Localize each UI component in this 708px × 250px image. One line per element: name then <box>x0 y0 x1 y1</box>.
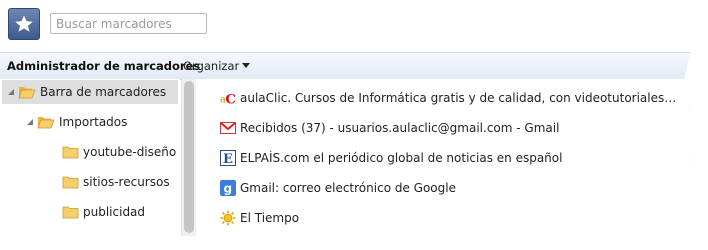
aulaclic-favicon-icon: aC <box>220 90 236 106</box>
bookmark-item[interactable]: El Tiempo <box>196 206 690 230</box>
tree-item-label: publicidad <box>83 205 146 219</box>
expanded-arrow-icon <box>8 89 14 95</box>
organize-label: Organizar <box>183 59 240 73</box>
page-title: Administrador de marcadores <box>7 59 201 73</box>
folder-icon <box>62 146 79 159</box>
expanded-arrow-icon <box>27 119 33 125</box>
bookmark-list: aC aulaClic. Cursos de Informática grati… <box>196 79 690 236</box>
tree-scrollbar[interactable] <box>181 79 196 236</box>
bookmark-title: Gmail: correo electrónico de Google <box>240 181 456 195</box>
caret-down-icon <box>242 63 251 68</box>
svg-text:E: E <box>223 152 233 166</box>
google-favicon-icon: g <box>220 180 236 196</box>
toolbar: Administrador de marcadores Organizar <box>0 52 690 80</box>
tree-item-importados[interactable]: Importados <box>24 110 127 134</box>
tree-item-publicidad[interactable]: publicidad <box>62 200 145 224</box>
bookmark-item[interactable]: aC aulaClic. Cursos de Informática grati… <box>196 86 690 110</box>
open-folder-icon <box>18 87 36 99</box>
svg-text:C: C <box>225 91 236 106</box>
elpais-favicon-icon: E <box>220 150 236 166</box>
tree-item-label: Barra de marcadores <box>40 85 167 99</box>
bookmark-title: Recibidos (37) - usuarios.aulaclic@gmail… <box>240 121 560 135</box>
bookmarks-star-button[interactable] <box>8 8 40 40</box>
tree-item-label: Importados <box>59 115 128 129</box>
svg-text:g: g <box>224 182 233 196</box>
tree-item-barra-de-marcadores[interactable]: Barra de marcadores <box>2 80 178 104</box>
open-folder-icon <box>37 117 55 129</box>
search-input[interactable] <box>50 13 207 34</box>
scrollbar-thumb[interactable] <box>184 81 194 233</box>
tree-item-sitios-recursos[interactable]: sitios-recursos <box>62 170 170 194</box>
eltiempo-favicon-icon <box>220 210 236 226</box>
tree-item-youtube-diseno[interactable]: youtube-diseño <box>62 140 176 164</box>
folder-icon <box>62 176 79 189</box>
tree-item-label: sitios-recursos <box>83 175 170 189</box>
gmail-favicon-icon <box>220 120 236 136</box>
top-bar <box>0 0 690 50</box>
folder-icon <box>62 206 79 219</box>
bookmark-title: aulaClic. Cursos de Informática gratis y… <box>240 91 680 105</box>
folder-tree: Barra de marcadores Importados youtube-d… <box>0 79 180 236</box>
bookmark-title: ELPAÍS.com el periódico global de notici… <box>240 151 563 165</box>
organize-menu-button[interactable]: Organizar <box>183 59 251 73</box>
bookmark-item[interactable]: E ELPAÍS.com el periódico global de noti… <box>196 146 690 170</box>
bookmark-item[interactable]: g Gmail: correo electrónico de Google <box>196 176 690 200</box>
bookmark-manager-window: Administrador de marcadores Organizar Ba… <box>0 0 690 236</box>
tree-item-label: youtube-diseño <box>83 145 177 159</box>
star-icon <box>15 15 33 32</box>
bookmark-title: El Tiempo <box>240 211 300 225</box>
bookmark-item[interactable]: Recibidos (37) - usuarios.aulaclic@gmail… <box>196 116 690 140</box>
